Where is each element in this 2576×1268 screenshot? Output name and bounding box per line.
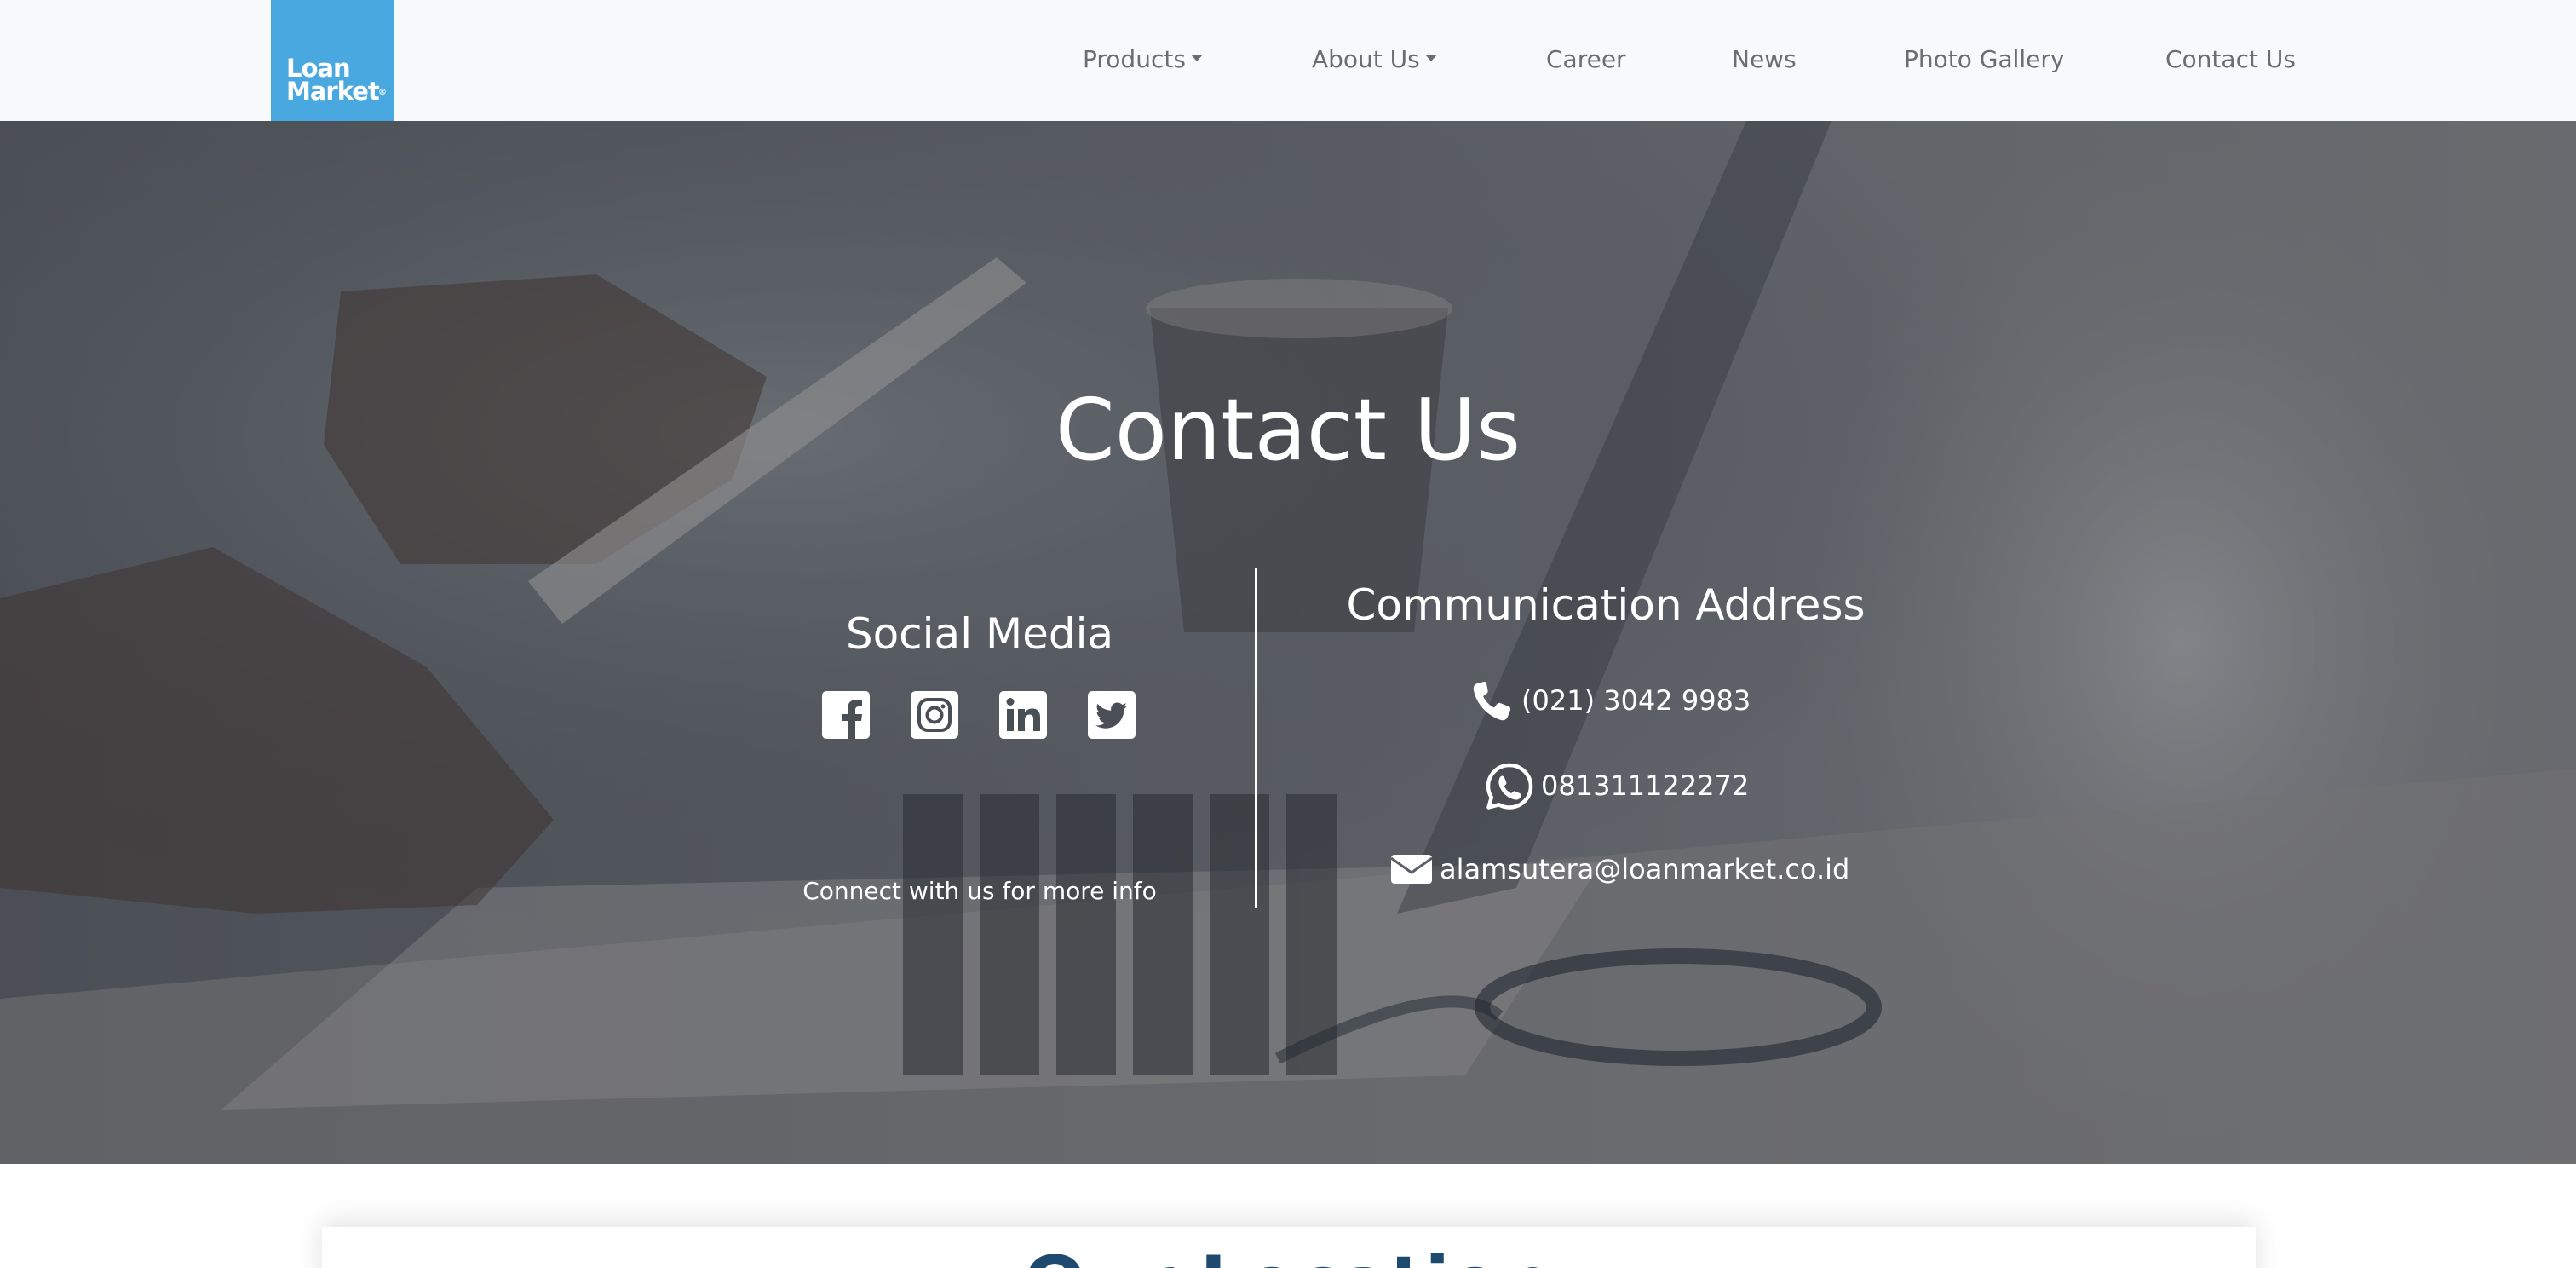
nav-career[interactable]: Career bbox=[1546, 43, 1626, 77]
email-contact[interactable]: alamsutera@loanmarket.co.id bbox=[1390, 849, 1849, 890]
nav-about-us-label: About Us bbox=[1312, 45, 1420, 73]
nav-photo-gallery[interactable]: Photo Gallery bbox=[1904, 43, 2065, 77]
whatsapp-number: 081311122272 bbox=[1541, 769, 1750, 802]
whatsapp-icon bbox=[1486, 763, 1533, 810]
location-heading: Our Location bbox=[0, 1241, 2576, 1268]
column-divider bbox=[1255, 568, 1257, 908]
caret-down-icon bbox=[1424, 55, 1437, 61]
phone-contact[interactable]: (021) 3042 9983 bbox=[1472, 680, 1751, 723]
phone-number: (021) 3042 9983 bbox=[1521, 684, 1751, 717]
email-address: alamsutera@loanmarket.co.id bbox=[1440, 853, 1850, 885]
nav-products-label: Products bbox=[1083, 45, 1186, 73]
social-media-caption: Connect with us for more info bbox=[802, 877, 1157, 905]
page-title: Contact Us bbox=[1055, 380, 1521, 480]
communication-address-heading: Communication Address bbox=[1346, 580, 1866, 630]
nav-contact-us[interactable]: Contact Us bbox=[2165, 43, 2296, 77]
hero-banner: Contact Us Social Media Connect with us … bbox=[0, 121, 2576, 1164]
whatsapp-contact[interactable]: 081311122272 bbox=[1485, 762, 1749, 811]
caret-down-icon bbox=[1190, 55, 1203, 61]
instagram-icon[interactable] bbox=[910, 690, 959, 740]
hero-overlay bbox=[0, 121, 2576, 1164]
nav-products[interactable]: Products bbox=[1083, 43, 1203, 77]
loan-market-logo[interactable]: Loan Market ® bbox=[271, 0, 394, 121]
phone-icon bbox=[1473, 681, 1511, 721]
navbar: Loan Market ® Products About Us Career N… bbox=[0, 0, 2576, 121]
nav-about-us[interactable]: About Us bbox=[1312, 43, 1437, 77]
twitter-icon[interactable] bbox=[1087, 690, 1136, 740]
linkedin-icon[interactable] bbox=[998, 690, 1048, 740]
social-media-heading: Social Media bbox=[845, 609, 1114, 659]
nav-news[interactable]: News bbox=[1732, 43, 1797, 77]
envelope-icon bbox=[1390, 855, 1433, 884]
logo-line2: Market bbox=[286, 77, 380, 106]
facebook-icon[interactable] bbox=[821, 690, 871, 740]
logo-trademark: ® bbox=[378, 88, 387, 97]
